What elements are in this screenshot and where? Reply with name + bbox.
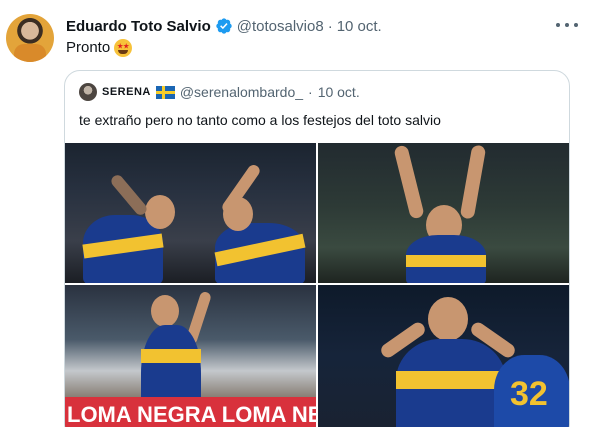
jersey-stripe: [406, 255, 486, 267]
quoted-header: SERENA @serenalombardo_ · 10 oct.: [79, 83, 360, 101]
star-eye-right: [123, 43, 130, 49]
player-head: [145, 195, 175, 229]
more-dot: [574, 23, 578, 27]
avatar-shirt: [14, 44, 46, 62]
sweden-flag-icon: [155, 85, 175, 99]
tweet-card[interactable]: Eduardo Toto Salvio @totosalvio8 · 10 oc…: [0, 0, 591, 427]
quoted-date[interactable]: 10 oct.: [318, 84, 360, 100]
tweet-text-content: Pronto: [66, 39, 111, 56]
player-arm: [108, 172, 150, 218]
more-dot: [565, 23, 569, 27]
star-struck-emoji-icon: [114, 39, 133, 57]
tweet-header: Eduardo Toto Salvio @totosalvio8 · 10 oc…: [66, 16, 382, 36]
emoji-mouth: [118, 50, 129, 54]
photo-1[interactable]: [65, 143, 316, 283]
separator-dot: ·: [327, 17, 333, 35]
author-avatar[interactable]: [6, 14, 54, 62]
quoted-author-name[interactable]: SERENA: [102, 86, 151, 98]
photo-grid: LOMA NEGRA LOMA NEG 32: [65, 143, 569, 427]
jersey-stripe: [141, 349, 201, 363]
more-dot: [556, 23, 560, 27]
quoted-tweet[interactable]: SERENA @serenalombardo_ · 10 oct. te ext…: [64, 70, 570, 427]
stadium-banner: LOMA NEGRA LOMA NEG: [65, 397, 316, 427]
player-arm: [459, 144, 487, 220]
quoted-handle[interactable]: @serenalombardo_: [180, 84, 303, 100]
tweet-date[interactable]: 10 oct.: [337, 18, 382, 35]
author-name[interactable]: Eduardo Toto Salvio: [66, 18, 211, 35]
player-arm: [393, 144, 425, 220]
star-eye-left: [117, 43, 124, 49]
jersey-stripe: [396, 371, 506, 389]
photo-4[interactable]: 32: [318, 285, 569, 427]
photo-2[interactable]: [318, 143, 569, 283]
quoted-text: te extraño pero no tanto como a los fest…: [79, 112, 441, 128]
tweet-text: Pronto: [66, 38, 133, 58]
more-options-icon[interactable]: [556, 18, 578, 32]
player-head: [151, 295, 179, 327]
quoted-avatar[interactable]: [79, 83, 97, 101]
verified-badge-icon: [216, 18, 232, 34]
player-head: [428, 297, 468, 341]
jersey-number: 32: [510, 375, 548, 413]
author-handle[interactable]: @totosalvio8: [237, 18, 324, 35]
quoted-separator-dot: ·: [308, 84, 313, 100]
photo-3[interactable]: LOMA NEGRA LOMA NEG: [65, 285, 316, 427]
